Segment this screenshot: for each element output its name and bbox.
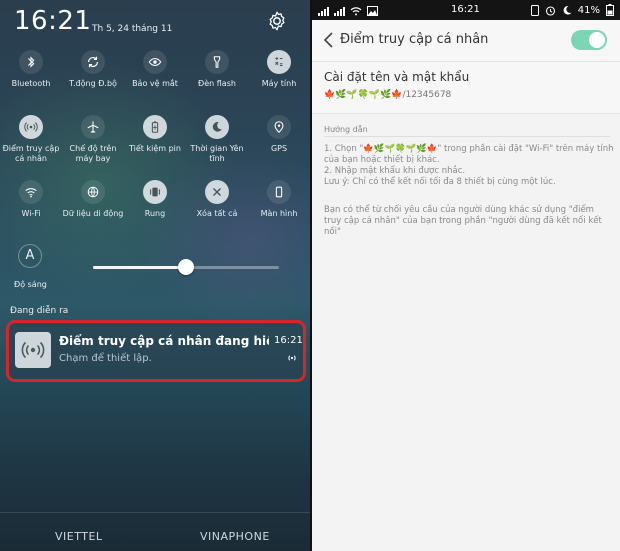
tile-vibrate[interactable]: Rung	[124, 180, 186, 219]
tile-label: Điểm truy cập cá nhân	[2, 144, 60, 163]
ongoing-header: Đang diễn ra	[10, 306, 69, 316]
tile-label: Bluetooth	[11, 79, 51, 88]
notification-shade: 16:21 Th 5, 24 tháng 11 Bluetooth T.động…	[0, 0, 310, 551]
signal-icon	[318, 7, 329, 16]
carrier-2: VINAPHONE	[200, 530, 270, 543]
close-all-icon	[205, 180, 229, 204]
hotspot-icon	[19, 115, 43, 139]
signal-indicators	[318, 4, 378, 16]
tile-label: Máy tính	[261, 79, 297, 88]
shade-date: Th 5, 24 tháng 11	[92, 24, 173, 34]
tile-label: Xóa tất cả	[196, 209, 238, 218]
shade-clock: 16:21	[14, 6, 92, 36]
brightness-fill	[93, 266, 186, 269]
airplane-icon	[81, 115, 105, 139]
tile-label: T.động Đ.bộ	[69, 79, 117, 88]
calculator-icon	[267, 50, 291, 74]
toggle-knob	[589, 32, 605, 48]
tile-airplane-mode[interactable]: Chế độ trên máy bay	[62, 115, 124, 164]
eye-icon	[143, 50, 167, 74]
tile-label: Đèn flash	[198, 79, 236, 88]
guide-line: 2. Nhập mật khẩu khi được nhắc.	[324, 166, 466, 176]
gear-icon[interactable]	[266, 10, 288, 32]
tile-label: Màn hình	[260, 209, 298, 218]
app-bar: Điểm truy cập cá nhân	[312, 20, 620, 62]
location-icon	[267, 115, 291, 139]
tile-mobile-data[interactable]: Dữ liệu di động	[62, 180, 124, 219]
wifi-icon	[350, 7, 362, 16]
moon-icon	[563, 5, 572, 15]
tile-clear-all[interactable]: Xóa tất cả	[186, 180, 248, 219]
guide-header: Hướng dẫn	[324, 125, 368, 134]
tile-label: Bảo vệ mắt	[132, 79, 178, 88]
phone-icon	[530, 4, 539, 16]
notification-subtitle: Chạm để thiết lập.	[59, 353, 152, 364]
brightness-auto-icon[interactable]: A	[18, 244, 42, 268]
tile-label: Thời gian Yên tĩnh	[190, 144, 244, 163]
name-password-setting[interactable]: Cài đặt tên và mật khẩu 🍁🌿🌱🍀🌱🌿🍁/12345678	[312, 62, 620, 114]
carrier-divider	[0, 512, 310, 513]
tile-label: Rung	[144, 209, 166, 218]
hotspot-toggle[interactable]	[571, 30, 607, 50]
hotspot-settings-screen: 16:21 41% Điểm truy cập cá nhân Cài đặt …	[312, 0, 620, 551]
hotspot-notification[interactable]: Điểm truy cập cá nhân đang hiện.. Chạm đ…	[6, 320, 306, 382]
tile-screen[interactable]: Màn hình	[248, 180, 310, 219]
hotspot-small-icon	[288, 355, 296, 361]
connected-users-note: Bạn có thể từ chối yêu cầu của người dùn…	[324, 205, 602, 237]
brightness-slider-thumb[interactable]	[178, 259, 194, 275]
tile-label: Tiết kiệm pin	[129, 144, 181, 153]
tile-battery-saver[interactable]: Tiết kiệm pin	[124, 115, 186, 154]
tile-hotspot[interactable]: Điểm truy cập cá nhân	[0, 115, 62, 164]
vibrate-icon	[143, 180, 167, 204]
page-title: Điểm truy cập cá nhân	[340, 32, 489, 47]
tile-auto-sync[interactable]: T.động Đ.bộ	[62, 50, 124, 89]
notification-time: 16:21	[274, 335, 303, 346]
alarm-icon	[545, 5, 555, 16]
tile-gps[interactable]: GPS	[248, 115, 310, 154]
guide-text: 1. Chọn "🍁🌿🌱🍀🌱🌿🍁" trong phần cài đặt "Wi…	[324, 144, 614, 188]
tile-flashlight[interactable]: Đèn flash	[186, 50, 248, 89]
image-icon	[367, 6, 378, 16]
guide-line: Lưu ý: Chỉ có thể kết nối tối đa 8 thiết…	[324, 177, 556, 187]
status-time: 16:21	[451, 4, 480, 15]
sync-icon	[81, 50, 105, 74]
flashlight-icon	[205, 50, 229, 74]
carrier-1: VIETTEL	[55, 530, 103, 543]
signal-icon	[334, 7, 345, 16]
tile-label: Chế độ trên máy bay	[69, 144, 117, 163]
tile-label: GPS	[270, 144, 288, 153]
brightness-label: Độ sáng	[14, 280, 47, 289]
moon-icon	[205, 115, 229, 139]
battery-saver-icon	[143, 115, 167, 139]
tile-bluetooth[interactable]: Bluetooth	[0, 50, 62, 89]
tile-label: Wi-Fi	[21, 209, 41, 218]
tile-wifi[interactable]: Wi-Fi	[0, 180, 62, 219]
back-icon[interactable]	[322, 31, 336, 49]
tile-calculator[interactable]: Máy tính	[248, 50, 310, 89]
hotspot-icon	[15, 332, 51, 368]
setting-title: Cài đặt tên và mật khẩu	[324, 70, 470, 84]
guide-divider	[324, 136, 610, 137]
screen-icon	[267, 180, 291, 204]
mobile-data-icon	[81, 180, 105, 204]
guide-line: 1. Chọn "🍁🌿🌱🍀🌱🌿🍁" trong phần cài đặt "Wi…	[324, 144, 614, 165]
tile-label: Dữ liệu di động	[62, 209, 124, 218]
bluetooth-icon	[19, 50, 43, 74]
setting-value: 🍁🌿🌱🍀🌱🌿🍁/12345678	[324, 90, 452, 100]
status-right: 41%	[530, 4, 614, 16]
tile-eye-protection[interactable]: Bảo vệ mắt	[124, 50, 186, 89]
notification-title: Điểm truy cập cá nhân đang hiện..	[59, 334, 269, 348]
wifi-icon	[19, 180, 43, 204]
battery-percent: 41%	[577, 4, 600, 16]
battery-icon	[606, 4, 614, 16]
status-bar: 16:21 41%	[312, 0, 620, 20]
tile-quiet-time[interactable]: Thời gian Yên tĩnh	[186, 115, 248, 164]
